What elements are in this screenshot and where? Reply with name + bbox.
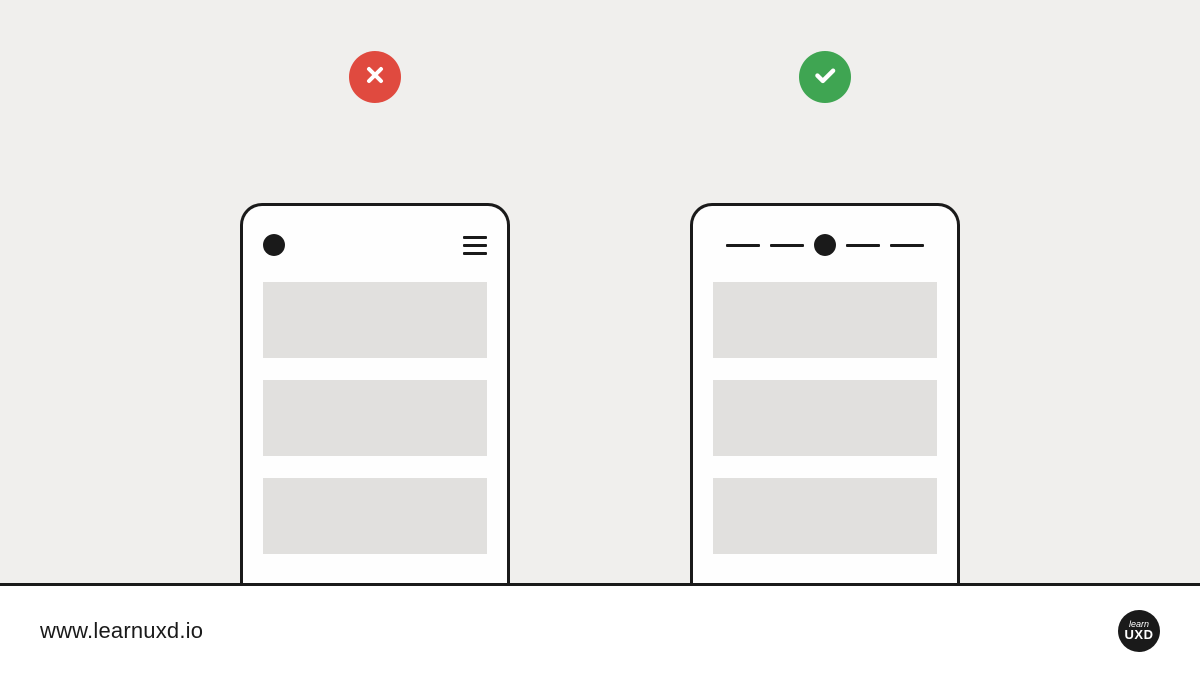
diagram-canvas — [0, 0, 1200, 583]
learnuxd-logo: learn UXD — [1118, 610, 1160, 652]
phone-header-hamburger — [263, 224, 487, 266]
right-badge — [799, 51, 851, 103]
footer-url: www.learnuxd.io — [40, 618, 203, 644]
nav-item-dash — [846, 244, 880, 247]
check-icon — [812, 62, 838, 93]
nav-item-dash — [890, 244, 924, 247]
content-placeholder — [713, 380, 937, 456]
phone-mockup-right — [690, 203, 960, 583]
logo-dot-icon — [814, 234, 836, 256]
phone-header-visible-nav — [713, 224, 937, 266]
example-wrong — [240, 51, 510, 583]
content-placeholder — [263, 282, 487, 358]
content-placeholder — [263, 478, 487, 554]
logo-dot-icon — [263, 234, 285, 256]
nav-item-dash — [726, 244, 760, 247]
wrong-badge — [349, 51, 401, 103]
content-placeholder — [713, 282, 937, 358]
logo-text-bottom: UXD — [1125, 629, 1154, 640]
example-right — [690, 51, 960, 583]
nav-item-dash — [770, 244, 804, 247]
content-placeholder — [713, 478, 937, 554]
phone-mockup-wrong — [240, 203, 510, 583]
footer: www.learnuxd.io learn UXD — [0, 586, 1200, 675]
hamburger-menu-icon — [463, 236, 487, 255]
cross-icon — [363, 63, 387, 92]
content-placeholder — [263, 380, 487, 456]
